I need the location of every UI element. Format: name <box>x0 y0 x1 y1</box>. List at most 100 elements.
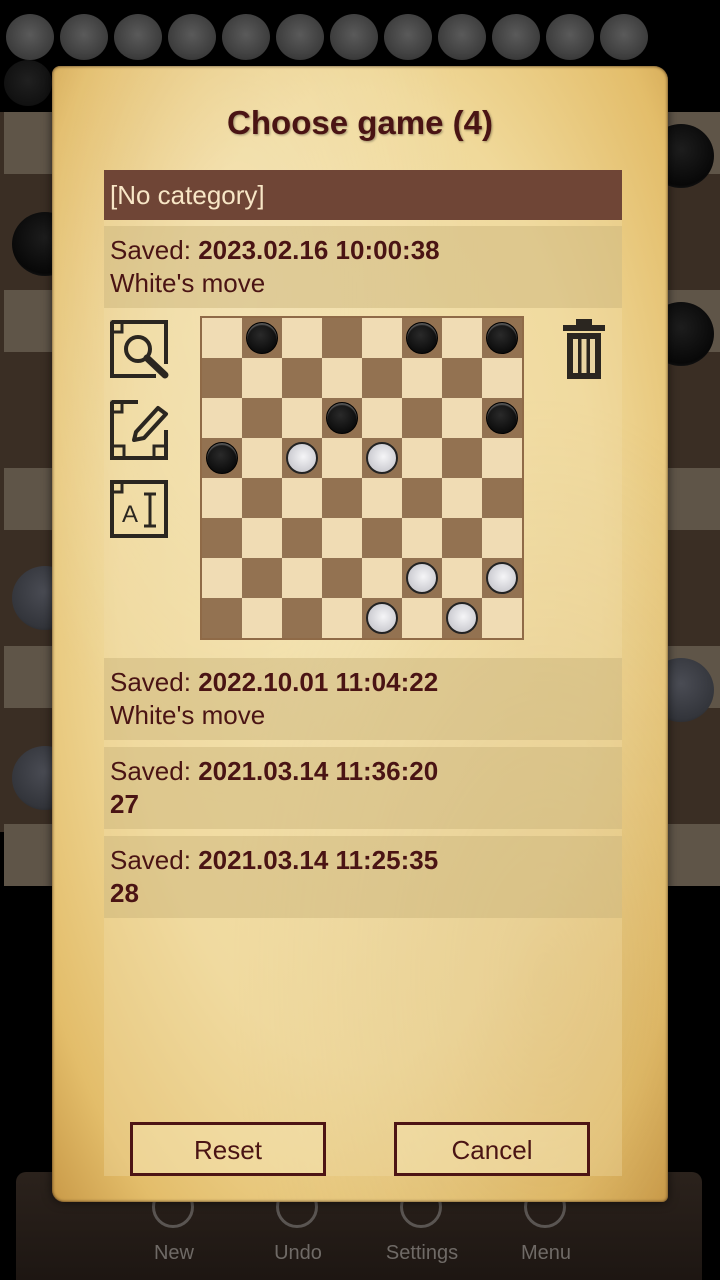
captured-piece <box>60 14 108 60</box>
captured-piece <box>168 14 216 60</box>
board-square <box>202 398 242 438</box>
reset-button[interactable]: Reset <box>130 1122 326 1176</box>
saved-date: 2021.03.14 11:25:35 <box>198 845 439 875</box>
saved-label: Saved: <box>110 235 191 265</box>
black-piece <box>406 322 438 354</box>
toolbar-new-label: New <box>153 1242 194 1264</box>
cancel-button[interactable]: Cancel <box>394 1122 590 1176</box>
game-status: White's move <box>110 700 266 730</box>
svg-text:A: A <box>122 501 138 528</box>
board-square <box>242 398 282 438</box>
board-square <box>322 558 362 598</box>
captured-piece <box>114 14 162 60</box>
board-preview[interactable] <box>200 316 524 640</box>
board-square <box>482 438 522 478</box>
board-square <box>322 598 362 638</box>
board-square <box>242 598 282 638</box>
board-square <box>362 318 402 358</box>
captured-piece <box>546 14 594 60</box>
saved-date: 2021.03.14 11:36:20 <box>198 756 439 786</box>
board-square <box>482 598 522 638</box>
board-square <box>362 358 402 398</box>
white-piece <box>286 442 318 474</box>
captured-piece <box>6 14 54 60</box>
saved-game-item[interactable]: Saved: 2022.10.01 11:04:22 White's move <box>104 658 622 740</box>
captured-piece <box>600 14 648 60</box>
board-square <box>442 398 482 438</box>
board-square <box>442 558 482 598</box>
board-square <box>442 358 482 398</box>
saved-date: 2022.10.01 11:04:22 <box>198 667 439 697</box>
board-square <box>242 478 282 518</box>
captured-piece <box>222 14 270 60</box>
board-square <box>242 558 282 598</box>
captured-piece <box>330 14 378 60</box>
board-square <box>202 558 242 598</box>
white-piece <box>486 562 518 594</box>
captured-piece <box>4 60 52 106</box>
board-square <box>282 358 322 398</box>
captured-piece <box>492 14 540 60</box>
board-square <box>202 598 242 638</box>
board-square <box>242 358 282 398</box>
board-square <box>322 358 362 398</box>
toolbar-settings-label: Settings <box>385 1242 459 1264</box>
board-square <box>322 478 362 518</box>
black-piece <box>486 402 518 434</box>
board-square <box>242 438 282 478</box>
white-piece <box>366 442 398 474</box>
edit-icon[interactable] <box>110 400 170 460</box>
saved-game-item[interactable]: Saved: 2023.02.16 10:00:38 White's move <box>104 226 622 308</box>
board-square <box>442 318 482 358</box>
board-square <box>282 558 322 598</box>
preview-icon[interactable] <box>110 320 170 380</box>
saved-label: Saved: <box>110 756 191 786</box>
board-square <box>442 438 482 478</box>
board-square <box>202 518 242 558</box>
board-square <box>442 478 482 518</box>
board-square <box>202 358 242 398</box>
black-piece <box>246 322 278 354</box>
board-square <box>362 398 402 438</box>
game-status: 28 <box>110 878 139 908</box>
board-square <box>482 358 522 398</box>
game-status: 27 <box>110 789 139 819</box>
board-square <box>362 558 402 598</box>
board-square <box>402 478 442 518</box>
saved-game-item[interactable]: Saved: 2021.03.14 11:36:20 27 <box>104 747 622 829</box>
white-piece <box>446 602 478 634</box>
trash-icon[interactable] <box>562 318 606 380</box>
board-square <box>322 518 362 558</box>
saved-game-item[interactable]: Saved: 2021.03.14 11:25:35 28 <box>104 836 622 918</box>
board-square <box>282 398 322 438</box>
board-square <box>402 598 442 638</box>
choose-game-dialog: Choose game (4) [No category] Saved: 202… <box>52 66 668 1202</box>
board-square <box>282 318 322 358</box>
board-square <box>402 358 442 398</box>
dialog-title: Choose game (4) <box>227 104 493 141</box>
category-header[interactable]: [No category] <box>104 170 622 220</box>
black-piece <box>486 322 518 354</box>
board-square <box>402 438 442 478</box>
captured-piece <box>384 14 432 60</box>
board-square <box>242 518 282 558</box>
board-square <box>282 518 322 558</box>
board-square <box>282 478 322 518</box>
board-square <box>322 318 362 358</box>
board-square <box>402 398 442 438</box>
toolbar-menu-label: Menu <box>520 1242 572 1264</box>
rename-icon[interactable]: A <box>110 480 170 540</box>
board-square <box>362 518 402 558</box>
board-square <box>322 438 362 478</box>
board-square <box>202 318 242 358</box>
board-square <box>362 478 402 518</box>
board-square <box>202 478 242 518</box>
saved-label: Saved: <box>110 667 191 697</box>
black-piece <box>326 402 358 434</box>
board-square <box>482 518 522 558</box>
board-square <box>282 598 322 638</box>
white-piece <box>366 602 398 634</box>
saved-label: Saved: <box>110 845 191 875</box>
saved-date: 2023.02.16 10:00:38 <box>198 235 440 265</box>
board-square <box>442 518 482 558</box>
